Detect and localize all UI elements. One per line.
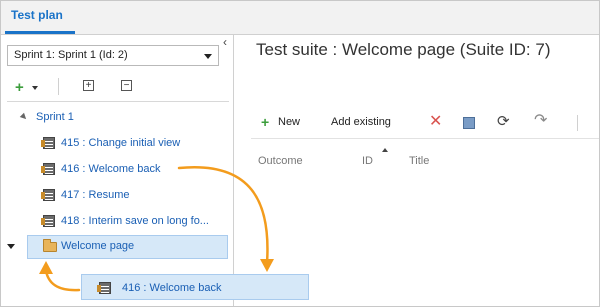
- sort-ascending-icon: [382, 148, 388, 152]
- test-case-icon: [41, 163, 55, 175]
- tree-item-test-case[interactable]: 417 : Resume: [41, 187, 228, 205]
- folder-icon: [43, 239, 57, 252]
- remove-icon[interactable]: ✕: [429, 113, 442, 131]
- suite-detail-pane: Test suite : Welcome page (Suite ID: 7) …: [241, 35, 599, 306]
- divider: [251, 138, 599, 139]
- test-case-toolbar: + New Add existing ✕ ⟳ ↷: [251, 112, 599, 135]
- expand-triangle-icon[interactable]: [19, 112, 29, 122]
- expand-all-icon[interactable]: +: [83, 80, 94, 91]
- tree-item-label: Welcome page: [61, 240, 135, 252]
- redo-icon[interactable]: ↷: [534, 112, 547, 130]
- tree-item-label: 415 : Change initial view: [61, 137, 181, 149]
- tree-item-label: 417 : Resume: [61, 189, 130, 201]
- collapse-pane-icon[interactable]: ‹: [218, 35, 232, 49]
- column-header-title[interactable]: Title: [409, 155, 429, 167]
- drag-ghost-item: 416 : Welcome back: [81, 274, 309, 300]
- active-tab-indicator: [5, 31, 75, 34]
- add-suite-dropdown-icon[interactable]: [32, 86, 38, 90]
- tree-item-label: Sprint 1: [36, 111, 74, 123]
- tree-item-test-case[interactable]: 416 : Welcome back: [41, 161, 228, 179]
- collapse-all-icon[interactable]: −: [121, 80, 132, 91]
- test-plan-tree-pane: ‹ Sprint 1: Sprint 1 (Id: 2) + + − Sprin…: [1, 35, 234, 306]
- new-button[interactable]: New: [278, 116, 300, 128]
- app-frame: Test plan ‹ Sprint 1: Sprint 1 (Id: 2) +…: [0, 0, 600, 307]
- tree-item-label: 416 : Welcome back: [61, 163, 161, 175]
- tree-item-test-case[interactable]: 415 : Change initial view: [41, 135, 228, 153]
- collapse-triangle-icon[interactable]: [7, 244, 15, 249]
- sprint-selector-value: Sprint 1: Sprint 1 (Id: 2): [14, 49, 128, 61]
- tab-bar: Test plan: [1, 1, 599, 35]
- tree-item-sprint[interactable]: Sprint 1: [19, 109, 141, 127]
- add-suite-icon[interactable]: +: [15, 80, 24, 95]
- test-case-icon: [41, 215, 55, 227]
- column-header-id[interactable]: ID: [362, 155, 373, 167]
- column-header-outcome[interactable]: Outcome: [258, 155, 303, 167]
- plus-icon[interactable]: +: [261, 115, 269, 129]
- test-case-icon: [97, 282, 111, 294]
- test-case-icon: [41, 189, 55, 201]
- drag-ghost-label: 416 : Welcome back: [122, 282, 222, 294]
- divider: [7, 101, 229, 102]
- refresh-icon[interactable]: ⟳: [497, 113, 510, 131]
- page-title: Test suite : Welcome page (Suite ID: 7): [256, 40, 551, 59]
- toolbar-separator: [577, 115, 578, 131]
- chevron-down-icon: [204, 54, 212, 59]
- tab-test-plan[interactable]: Test plan: [11, 8, 63, 22]
- tree-item-test-case[interactable]: 418 : Interim save on long fo...: [41, 213, 228, 231]
- test-case-icon: [41, 137, 55, 149]
- sprint-selector[interactable]: Sprint 1: Sprint 1 (Id: 2): [7, 45, 219, 66]
- toolbar-separator: [58, 78, 59, 95]
- tree-item-suite[interactable]: Welcome page: [7, 238, 207, 256]
- export-icon[interactable]: [463, 117, 475, 129]
- tree-item-label: 418 : Interim save on long fo...: [61, 215, 209, 227]
- add-existing-button[interactable]: Add existing: [331, 116, 391, 128]
